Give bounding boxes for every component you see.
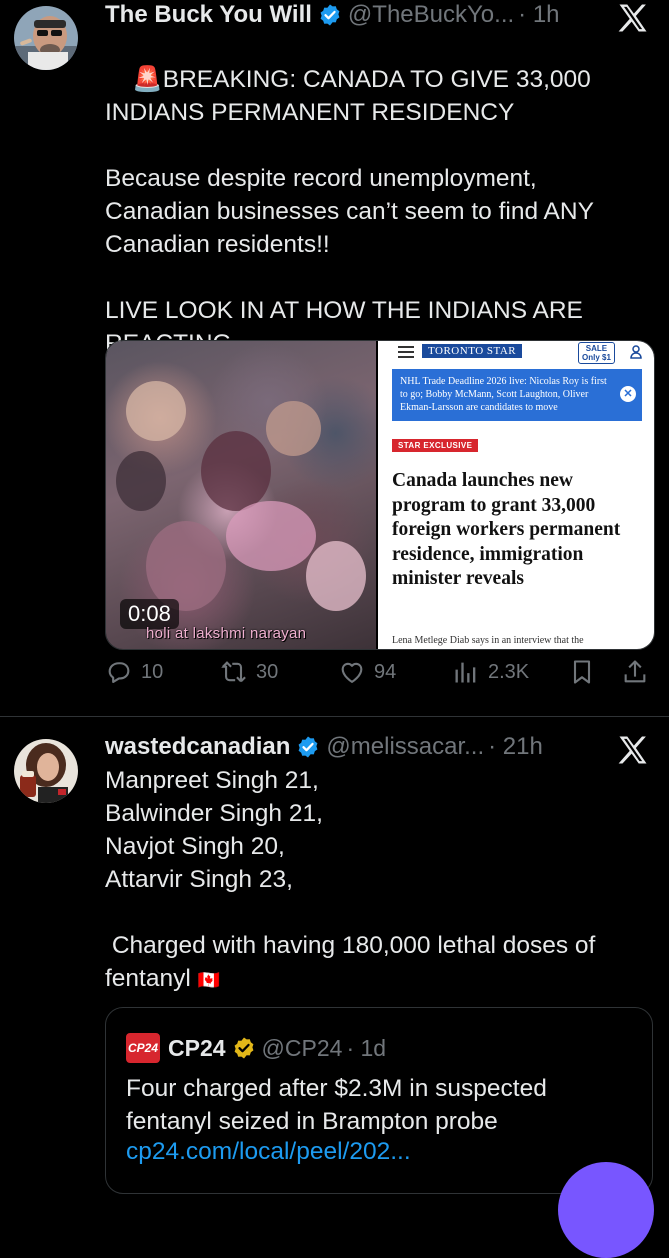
banner-close-icon: ✕ (620, 386, 636, 402)
tweet-text-body: INDIANS PERMANENT RESIDENCY Because desp… (105, 99, 594, 357)
cp24-logo: CP24 (126, 1033, 160, 1063)
sale-line-1: SALE (585, 344, 608, 353)
author-name[interactable]: wastedcanadian (105, 733, 290, 761)
x-logo-icon[interactable] (615, 732, 651, 768)
views-count: 2.3K (488, 660, 530, 683)
timestamp[interactable]: · 1h (518, 1, 559, 29)
quoted-tweet[interactable]: CP24 CP24 @CP24 · 1d Four charged after … (105, 1007, 653, 1194)
reply-count: 10 (141, 660, 164, 683)
article-subline: Lena Metlege Diab says in an interview t… (392, 635, 584, 646)
quoted-tweet-link[interactable]: cp24.com/local/peel/202... (126, 1138, 411, 1166)
repost-icon (221, 661, 246, 683)
toronto-star-logo: TORONTO STAR (422, 344, 523, 358)
quoted-author-handle[interactable]: @CP24 (262, 1035, 343, 1062)
article-headline: Canada launches new program to grant 33,… (392, 470, 621, 589)
avatar-the-buck-you-will[interactable] (14, 6, 78, 70)
star-exclusive-tag: STAR EXCLUSIVE (392, 439, 479, 452)
share-button[interactable] (621, 658, 657, 686)
tweet-text: Manpreet Singh 21, Balwinder Singh 21, N… (105, 764, 645, 997)
tweet-1[interactable]: The Buck You Will @TheBuckYo... · 1h 🚨BR… (0, 0, 669, 716)
avatar-wastedcanadian[interactable] (14, 739, 78, 803)
compose-fab-button[interactable] (558, 1162, 654, 1258)
article-banner-text: NHL Trade Deadline 2026 live: Nicolas Ro… (400, 376, 607, 413)
repost-count: 30 (256, 660, 279, 683)
verified-badge-icon (299, 736, 318, 758)
like-button[interactable]: 94 (338, 658, 396, 686)
reply-button[interactable]: 10 (105, 658, 163, 686)
bookmark-icon (573, 660, 591, 684)
menu-icon (398, 346, 414, 358)
tweet-text: 🚨BREAKING: CANADA TO GIVE 33,000 INDIANS… (105, 30, 645, 393)
tweet-text-line-1: BREAKING: CANADA TO GIVE 33,000 (162, 66, 591, 93)
heart-icon (341, 662, 363, 683)
repost-button[interactable]: 30 (220, 658, 278, 686)
bookmark-button[interactable] (568, 658, 604, 686)
tweet-actions: 10 30 94 2.3K (105, 658, 655, 698)
video-caption: holi at lakshmi narayan (146, 625, 307, 642)
article-header: TORONTO STAR SALE Only $1 (378, 341, 654, 364)
tweet-text-body: Manpreet Singh 21, Balwinder Singh 21, N… (105, 767, 596, 992)
article-screenshot[interactable]: TORONTO STAR SALE Only $1 NHL Trade Dead… (378, 341, 654, 649)
siren-emoji-icon: 🚨 (132, 66, 163, 93)
share-icon (624, 660, 646, 683)
author-handle[interactable]: @melissacar... (326, 733, 484, 761)
quoted-timestamp[interactable]: · 1d (346, 1035, 386, 1062)
verified-badge-icon (320, 4, 340, 26)
verified-gold-badge-icon (234, 1037, 253, 1059)
canada-flag-icon: 🇨🇦 (197, 970, 221, 990)
author-name[interactable]: The Buck You Will (105, 1, 312, 29)
quoted-author-name[interactable]: CP24 (168, 1035, 226, 1062)
video-thumbnail[interactable]: 0:08 holi at lakshmi narayan (106, 341, 376, 649)
views-icon (455, 662, 476, 683)
tweet-2[interactable]: wastedcanadian @melissacar... · 21h Manp… (0, 717, 669, 1200)
sale-line-2: Only $1 (582, 353, 611, 362)
views-button[interactable]: 2.3K (452, 658, 529, 686)
quoted-tweet-text: Four charged after $2.3M in suspected fe… (126, 1075, 547, 1135)
like-count: 94 (374, 660, 397, 683)
article-banner: NHL Trade Deadline 2026 live: Nicolas Ro… (392, 369, 642, 421)
author-handle[interactable]: @TheBuckYo... (348, 1, 514, 29)
user-icon (630, 345, 642, 359)
timestamp[interactable]: · 21h (488, 733, 543, 761)
reply-icon (108, 662, 130, 683)
media-grid[interactable]: 0:08 holi at lakshmi narayan TORONTO STA… (105, 340, 655, 650)
sale-badge: SALE Only $1 (578, 342, 615, 364)
quoted-author-row: CP24 CP24 @CP24 · 1d (126, 1033, 386, 1063)
